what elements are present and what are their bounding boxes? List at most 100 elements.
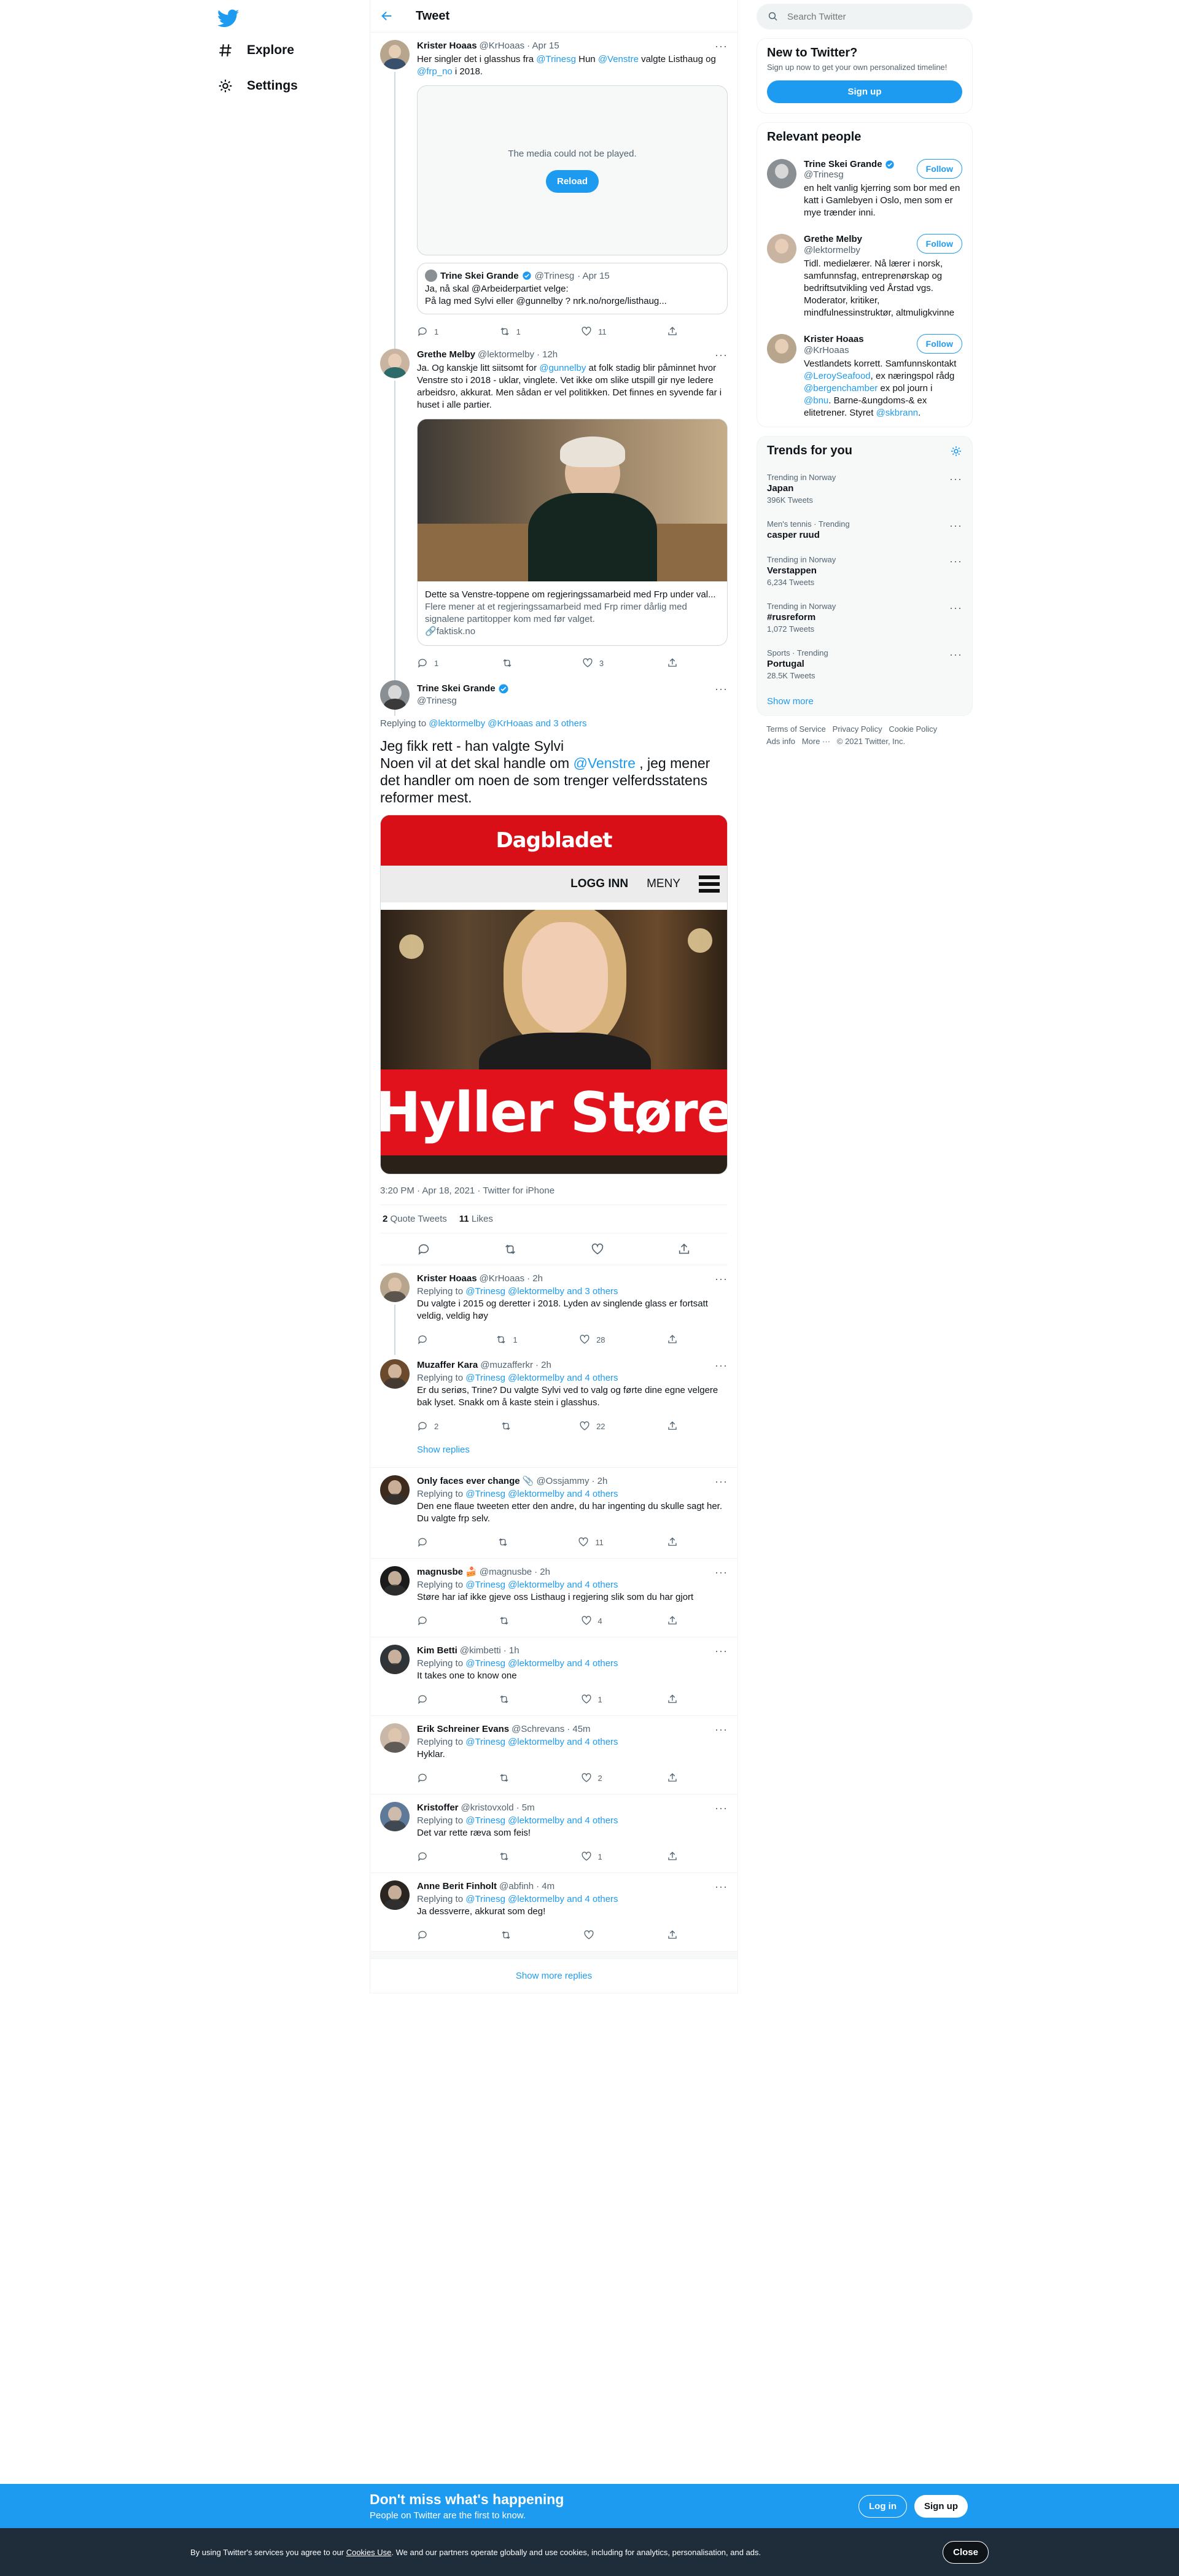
retweet-button[interactable]: 1	[496, 1334, 518, 1345]
reply-tweet[interactable]: Kristoffer @kristovxold · 5m ··· Replying to…	[370, 1794, 737, 1869]
share-button[interactable]	[667, 1421, 678, 1432]
author-handle[interactable]: @KrHoaas	[480, 1273, 525, 1285]
more-icon[interactable]: ···	[715, 1645, 728, 1657]
like-button[interactable]: 11	[581, 326, 607, 337]
share-button[interactable]	[667, 1537, 678, 1548]
cookie-close-button[interactable]: Close	[943, 2540, 989, 2564]
thread-tweet-2[interactable]: Grethe Melby @lektormelby · 12h ··· Ja. …	[370, 341, 737, 716]
author-name[interactable]: Erik Schreiner Evans	[417, 1723, 509, 1736]
reply-icon[interactable]	[417, 1243, 430, 1256]
share-button[interactable]	[667, 658, 678, 669]
retweet-button[interactable]	[499, 1851, 516, 1862]
person-krhoaas[interactable]: Krister Hoaas @KrHoaas Follow Vestlandet…	[757, 327, 972, 427]
author-handle[interactable]: @kristovxold	[461, 1802, 514, 1814]
retweet-button[interactable]	[499, 1694, 516, 1705]
author-handle[interactable]: @muzafferkr	[480, 1359, 533, 1371]
more-icon[interactable]: ···	[715, 1723, 728, 1736]
share-button[interactable]	[667, 1334, 678, 1345]
author-name[interactable]: Krister Hoaas	[417, 1273, 477, 1285]
gear-icon[interactable]	[950, 445, 962, 457]
mention-link[interactable]: @skbrann	[876, 408, 919, 418]
tweet-time[interactable]: · 1h	[504, 1645, 519, 1657]
footer-link[interactable]: More ···	[802, 737, 830, 746]
more-icon[interactable]: ···	[715, 349, 728, 361]
author-name[interactable]: Krister Hoaas	[417, 40, 477, 52]
mention-link[interactable]: @LeroySeafood	[804, 371, 871, 381]
mention-link[interactable]: @bnu	[804, 395, 828, 406]
share-button[interactable]	[667, 326, 678, 337]
show-more-replies-button[interactable]: Show more replies	[370, 1959, 737, 1993]
show-replies-link[interactable]: Show replies	[417, 1436, 728, 1464]
replying-to-link[interactable]: @Trinesg @lektormelby and 4 others	[465, 1658, 618, 1669]
reply-tweet[interactable]: Krister Hoaas @KrHoaas · 2h ··· Replying to …	[370, 1265, 737, 1355]
reload-button[interactable]: Reload	[545, 169, 599, 193]
author-name[interactable]: magnusbe 🍰	[417, 1566, 477, 1578]
reply-tweet[interactable]: Erik Schreiner Evans @Schrevans · 45m ··· Re…	[370, 1716, 737, 1790]
avatar[interactable]	[380, 1802, 410, 1831]
author-handle[interactable]: @kimbetti	[460, 1645, 501, 1657]
tweet-time[interactable]: · 2h	[527, 1273, 543, 1285]
trend-item[interactable]: Trending in Norway Verstappen 6,234 Tweets…	[757, 548, 972, 594]
reply-button[interactable]	[417, 1851, 434, 1862]
reply-tweet[interactable]: Only faces ever change 📎 @Ossjammy · 2h ···…	[370, 1468, 737, 1554]
mention-link[interactable]: @Venstre	[598, 54, 639, 64]
more-icon[interactable]: ···	[715, 1880, 728, 1893]
tweet-time[interactable]: · 4m	[536, 1880, 554, 1893]
sidebar-signup-button[interactable]: Sign up	[767, 80, 962, 103]
like-button[interactable]: 3	[582, 658, 604, 669]
quoted-tweet[interactable]: Trine Skei Grande @Trinesg · Apr 15 Ja, …	[417, 263, 728, 314]
mention-link[interactable]: @Venstre	[574, 755, 636, 771]
retweet-button[interactable]	[500, 1930, 518, 1941]
share-button[interactable]	[667, 1851, 678, 1862]
like-button[interactable]: 2	[581, 1772, 602, 1783]
tweet-time[interactable]: · 5m	[516, 1802, 535, 1814]
reply-tweet[interactable]: Muzaffer Kara @muzafferkr · 2h ··· Replying …	[370, 1352, 737, 1464]
more-icon[interactable]: ···	[715, 40, 728, 52]
retweet-button[interactable]	[502, 658, 519, 669]
retweet-button[interactable]	[499, 1615, 516, 1626]
reply-button[interactable]	[417, 1615, 434, 1626]
more-icon[interactable]: ···	[949, 555, 962, 568]
avatar[interactable]	[380, 1566, 410, 1596]
replying-to-link[interactable]: @Trinesg @lektormelby and 4 others	[465, 1489, 618, 1499]
mention-link[interactable]: @frp_no	[417, 66, 453, 77]
person-trinesg[interactable]: Trine Skei Grande @Trinesg Follow en hel…	[757, 152, 972, 227]
trend-item[interactable]: Trending in Norway #rusreform 1,072 Tweets…	[757, 594, 972, 641]
author-name[interactable]: Muzaffer Kara	[417, 1359, 478, 1371]
more-icon[interactable]: ···	[715, 1273, 728, 1285]
retweet-button[interactable]	[500, 1421, 518, 1432]
avatar[interactable]	[380, 680, 410, 710]
replying-to-link[interactable]: @Trinesg @lektormelby and 4 others	[465, 1737, 618, 1747]
person-lektormelby[interactable]: Grethe Melby @lektormelby Follow Tidl. m…	[757, 227, 972, 327]
author-name[interactable]: Grethe Melby	[417, 349, 475, 361]
avatar[interactable]	[380, 1880, 410, 1910]
avatar[interactable]	[380, 1645, 410, 1674]
like-button[interactable]: 22	[579, 1421, 605, 1432]
avatar[interactable]	[380, 1475, 410, 1505]
more-icon[interactable]: ···	[715, 683, 728, 695]
replying-to-link[interactable]: @Trinesg @lektormelby and 4 others	[465, 1373, 618, 1383]
mention-link[interactable]: @gunnelby	[539, 363, 586, 373]
tweet-time[interactable]: · 12h	[537, 349, 558, 361]
avatar[interactable]	[380, 349, 410, 378]
like-button[interactable]	[583, 1930, 601, 1941]
footer-link[interactable]: Terms of Service	[766, 724, 826, 734]
avatar[interactable]	[380, 1273, 410, 1302]
trend-item[interactable]: Trending in Norway Japan 396K Tweets ···	[757, 465, 972, 512]
author-handle[interactable]: @lektormelby	[478, 349, 534, 361]
thread-tweet-1[interactable]: Krister Hoaas @KrHoaas · Apr 15 ··· Her …	[370, 33, 737, 379]
author-handle[interactable]: @KrHoaas	[480, 40, 525, 52]
more-icon[interactable]: ···	[715, 1359, 728, 1371]
tweet-time[interactable]: · 2h	[535, 1359, 551, 1371]
nav-settings[interactable]: Settings	[217, 71, 298, 101]
share-button[interactable]	[667, 1615, 678, 1626]
avatar[interactable]	[380, 1723, 410, 1753]
footer-link[interactable]: Privacy Policy	[833, 724, 882, 734]
cookies-use-link[interactable]: Cookies Use	[346, 2548, 392, 2557]
retweet-button[interactable]	[497, 1537, 515, 1548]
reply-button[interactable]	[417, 1334, 434, 1345]
reply-button[interactable]	[417, 1694, 434, 1705]
footer-link[interactable]: Cookie Policy	[889, 724, 937, 734]
author-handle[interactable]: @Schrevans	[512, 1723, 564, 1736]
banner-login-button[interactable]: Log in	[858, 2495, 907, 2518]
